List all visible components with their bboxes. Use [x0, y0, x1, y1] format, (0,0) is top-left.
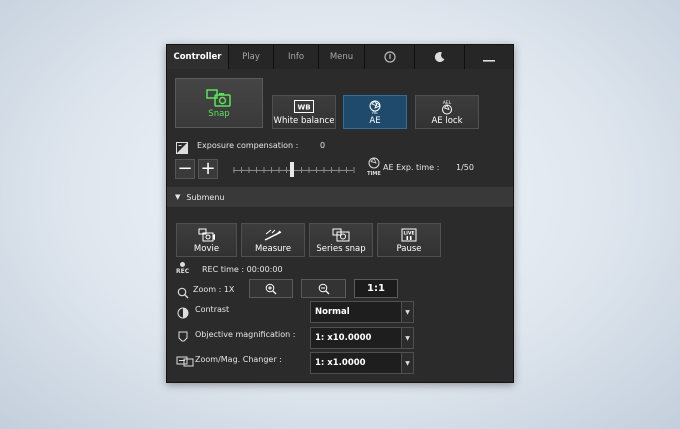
moon-icon — [434, 52, 444, 63]
tab-play[interactable]: Play — [229, 45, 274, 69]
exposure-compensation-label: Exposure compensation : — [197, 141, 299, 150]
white-balance-label: White balance — [273, 115, 335, 126]
ae-time-value: 1/50 — [456, 163, 474, 172]
contrast-icon — [177, 304, 189, 319]
objective-icon — [177, 328, 189, 342]
exposure-compensation-value: 0 — [320, 141, 326, 150]
series-snap-button[interactable]: Series snap — [309, 223, 373, 257]
collapse-triangle-icon: ▼ — [175, 193, 181, 201]
ae-time-icon: TIME — [366, 157, 382, 177]
ae-lock-icon: AEL — [442, 100, 452, 114]
night-mode-button[interactable] — [415, 45, 465, 69]
movie-label: Movie — [193, 243, 220, 254]
exposure-minus-button[interactable]: − — [175, 159, 195, 179]
dropdown-arrow-icon: ▼ — [401, 353, 413, 373]
dropdown-arrow-icon: ▼ — [401, 328, 413, 348]
ae-button[interactable]: AE AE — [343, 95, 407, 129]
power-button[interactable] — [365, 45, 415, 69]
snap-button[interactable]: Snap — [175, 78, 263, 128]
measure-button[interactable]: Measure — [241, 223, 305, 257]
svg-text:TIME: TIME — [367, 171, 381, 177]
minimize-icon — [483, 60, 495, 62]
zoom-one-to-one-button[interactable]: 1:1 — [354, 279, 398, 298]
zoom-label: Zoom : 1X — [193, 285, 235, 294]
zoom-in-icon — [265, 283, 277, 294]
minimize-button[interactable] — [465, 45, 513, 69]
rec-time-label: REC time : 00:00:00 — [202, 265, 283, 274]
ae-lock-button[interactable]: AEL AE lock — [415, 95, 479, 129]
pause-button[interactable]: LIVE Pause — [377, 223, 441, 257]
camera-snap-icon — [206, 88, 231, 107]
zoom-mag-changer-value: 1: x1.0000 — [315, 358, 366, 368]
svg-text:WB: WB — [297, 104, 310, 112]
objective-magnification-label: Objective magnification : — [195, 330, 296, 339]
zoom-out-button[interactable] — [301, 279, 346, 298]
measure-label: Measure — [254, 243, 292, 254]
wb-icon: WB — [294, 100, 314, 113]
slider-thumb[interactable] — [290, 162, 294, 177]
ae-label: AE — [369, 115, 381, 126]
series-camera-icon — [332, 228, 350, 241]
magnifier-icon — [177, 284, 189, 299]
svg-text:AE: AE — [372, 110, 378, 114]
ruler-icon — [264, 229, 282, 241]
zoom-out-icon — [318, 283, 329, 294]
white-balance-button[interactable]: WB White balance — [272, 95, 336, 129]
tab-bar: Controller Play Info Menu — [167, 45, 513, 69]
zoom-in-button[interactable] — [249, 279, 293, 298]
ae-lock-label: AE lock — [431, 115, 463, 126]
zoom-mag-changer-label: Zoom/Mag. Changer : — [195, 355, 282, 364]
tab-controller[interactable]: Controller — [167, 45, 229, 69]
rec-icon: REC — [176, 262, 194, 278]
movie-camera-icon — [198, 228, 215, 241]
svg-text:LIVE: LIVE — [403, 230, 414, 236]
objective-magnification-select[interactable]: 1: x10.0000 ▼ — [310, 327, 414, 349]
submenu-header[interactable]: ▼ Submenu — [167, 187, 513, 207]
contrast-value: Normal — [315, 307, 350, 317]
power-icon — [383, 51, 396, 63]
ae-time-label: AE Exp. time : — [383, 163, 440, 172]
live-pause-icon: LIVE — [401, 228, 417, 241]
exposure-compensation-icon — [176, 139, 188, 154]
tab-menu[interactable]: Menu — [319, 45, 365, 69]
movie-button[interactable]: Movie — [176, 223, 237, 257]
objective-magnification-value: 1: x10.0000 — [315, 333, 372, 343]
contrast-select[interactable]: Normal ▼ — [310, 301, 414, 323]
exposure-plus-button[interactable]: + — [198, 159, 218, 179]
tab-info[interactable]: Info — [274, 45, 319, 69]
snap-label: Snap — [208, 108, 230, 119]
pause-label: Pause — [396, 243, 422, 254]
aperture-icon: AE — [369, 99, 381, 114]
mag-changer-icon — [176, 352, 194, 367]
slider-ticks — [233, 167, 355, 173]
submenu-label: Submenu — [186, 192, 225, 202]
dropdown-arrow-icon: ▼ — [401, 302, 413, 322]
series-snap-label: Series snap — [316, 243, 366, 254]
contrast-label: Contrast — [195, 305, 230, 314]
controller-panel: Controller Play Info Menu Snap WB White … — [166, 44, 514, 383]
zoom-mag-changer-select[interactable]: 1: x1.0000 ▼ — [310, 352, 414, 374]
